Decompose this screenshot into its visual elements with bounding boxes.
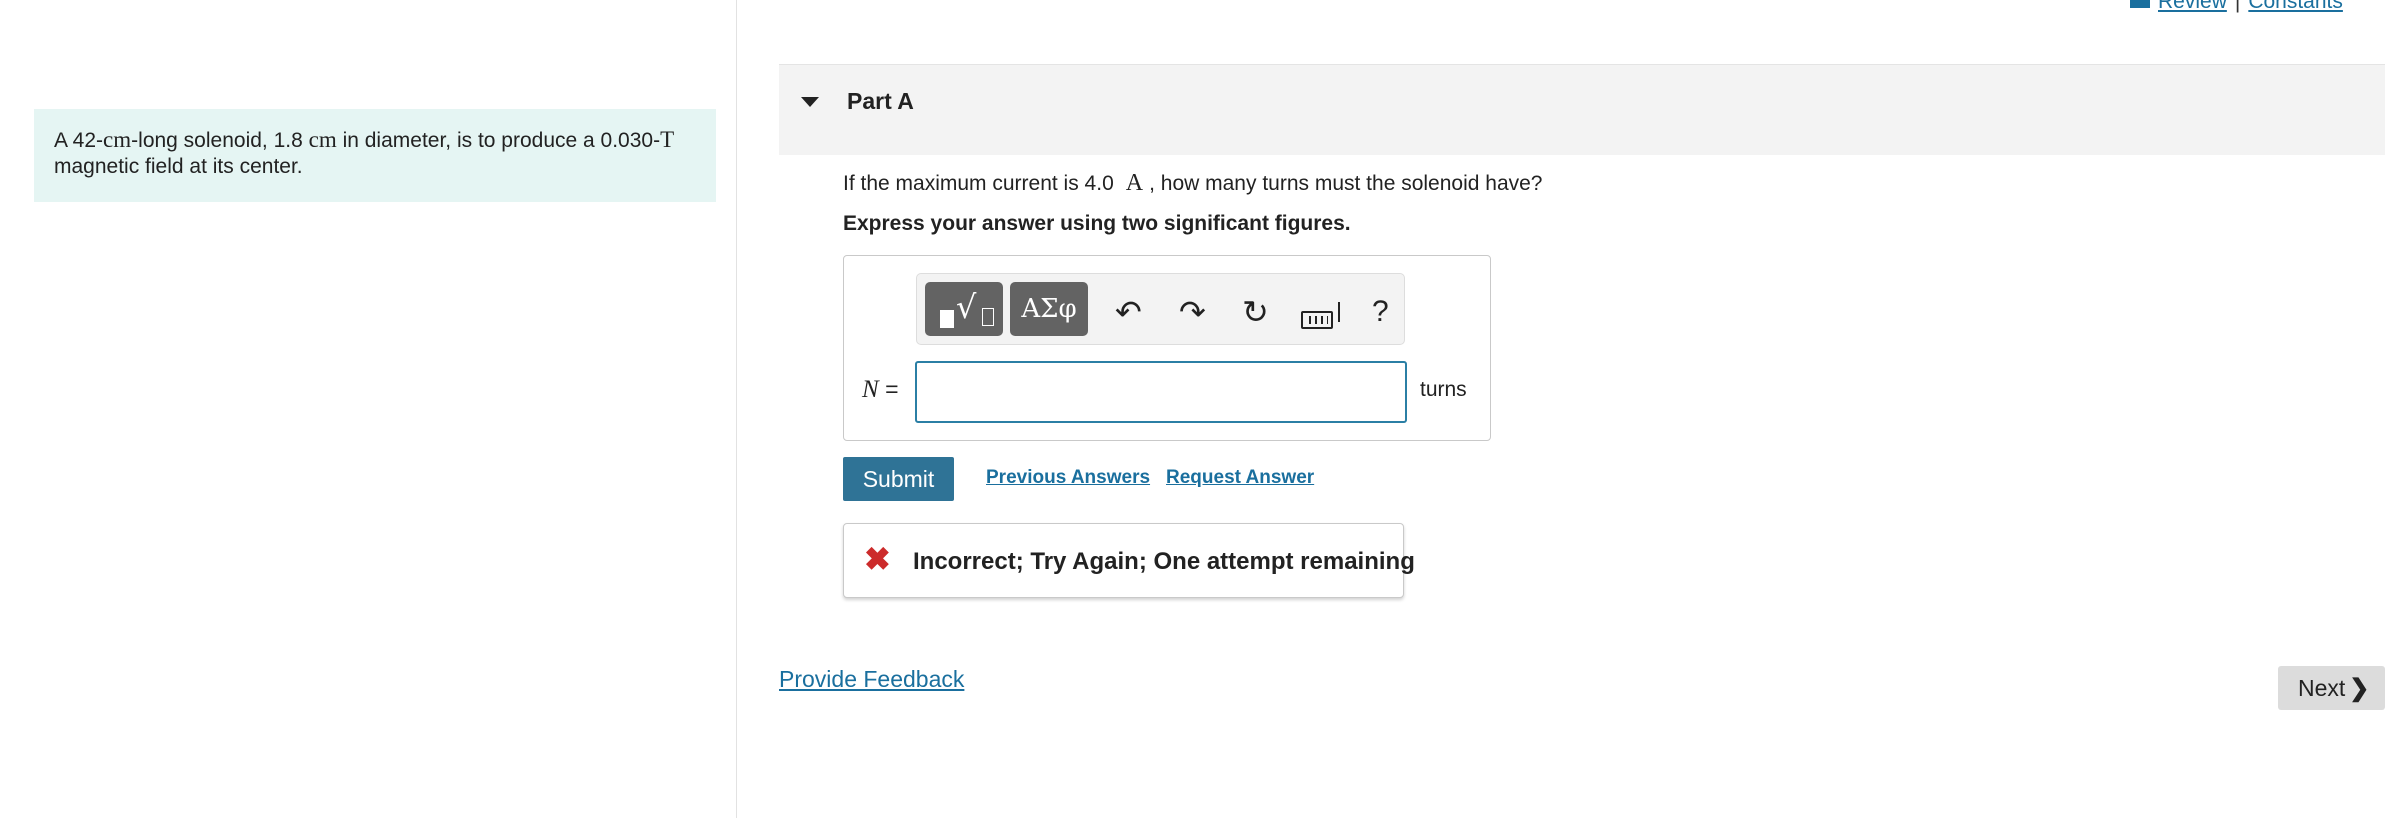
error-x-icon: ✖ bbox=[864, 541, 891, 577]
redo-icon[interactable]: ↷ bbox=[1179, 296, 1206, 328]
problem-text-2: -long solenoid, 1.8 bbox=[131, 129, 309, 152]
problem-text-3: in diameter, is to produce a 0.030- bbox=[336, 129, 661, 152]
previous-answers-link[interactable]: Previous Answers bbox=[986, 467, 1150, 489]
unit-tesla: T bbox=[660, 127, 675, 152]
answer-instruction: Express your answer using two significan… bbox=[843, 212, 1351, 235]
radical-icon: √ bbox=[956, 288, 977, 326]
reset-icon[interactable]: ↻ bbox=[1242, 296, 1269, 328]
part-header[interactable]: Part A bbox=[779, 64, 2385, 155]
panel-divider bbox=[736, 0, 737, 818]
unit-cm: cm bbox=[103, 127, 132, 152]
next-label: Next bbox=[2298, 675, 2346, 701]
unit-ampere: A bbox=[1125, 170, 1144, 196]
top-links: Review | Constants bbox=[2130, 0, 2343, 14]
problem-text-4: magnetic field at its center. bbox=[54, 155, 303, 178]
unit-cm: cm bbox=[308, 127, 337, 152]
answer-input[interactable] bbox=[915, 361, 1407, 423]
question-text-before: If the maximum current is 4.0 bbox=[843, 172, 1114, 195]
next-button[interactable]: Next ❯ bbox=[2278, 666, 2385, 710]
review-link[interactable]: Review bbox=[2158, 0, 2227, 13]
part-title: Part A bbox=[847, 88, 914, 114]
provide-feedback-link[interactable]: Provide Feedback bbox=[779, 666, 964, 693]
variable-label: N = bbox=[862, 376, 899, 404]
request-answer-link[interactable]: Request Answer bbox=[1166, 467, 1314, 489]
link-separator: | bbox=[2234, 0, 2241, 13]
help-icon[interactable]: ? bbox=[1372, 296, 1389, 328]
templates-button[interactable]: √ bbox=[925, 282, 1003, 336]
template-square-icon bbox=[940, 310, 954, 328]
answer-box: √ ΑΣφ ↶ ↷ ↻ ? N = turns bbox=[843, 255, 1491, 441]
book-icon bbox=[2130, 0, 2150, 9]
problem-text-1: A 42- bbox=[54, 129, 104, 152]
keyboard-icon[interactable] bbox=[1301, 302, 1340, 334]
constants-link[interactable]: Constants bbox=[2248, 0, 2343, 13]
submit-button[interactable]: Submit bbox=[843, 457, 954, 501]
symbols-button[interactable]: ΑΣφ bbox=[1010, 282, 1088, 336]
answer-unit: turns bbox=[1420, 378, 1467, 401]
feedback-message: Incorrect; Try Again; One attempt remain… bbox=[913, 548, 1415, 575]
template-box-icon bbox=[982, 308, 994, 326]
question-text: If the maximum current is 4.0 A, how many… bbox=[843, 170, 1543, 197]
feedback-message-box: ✖ Incorrect; Try Again; One attempt rema… bbox=[843, 523, 1415, 598]
problem-statement: A 42-cm-long solenoid, 1.8 cm in diamete… bbox=[34, 109, 716, 202]
undo-icon[interactable]: ↶ bbox=[1115, 296, 1142, 328]
caret-down-icon[interactable] bbox=[801, 97, 819, 107]
math-toolbar: √ ΑΣφ ↶ ↷ ↻ ? bbox=[916, 273, 1405, 345]
chevron-right-icon: ❯ bbox=[2349, 675, 2370, 702]
question-text-after: , how many turns must the solenoid have? bbox=[1149, 172, 1543, 195]
variable-n: N bbox=[862, 376, 879, 403]
equals-sign: = bbox=[885, 376, 899, 402]
